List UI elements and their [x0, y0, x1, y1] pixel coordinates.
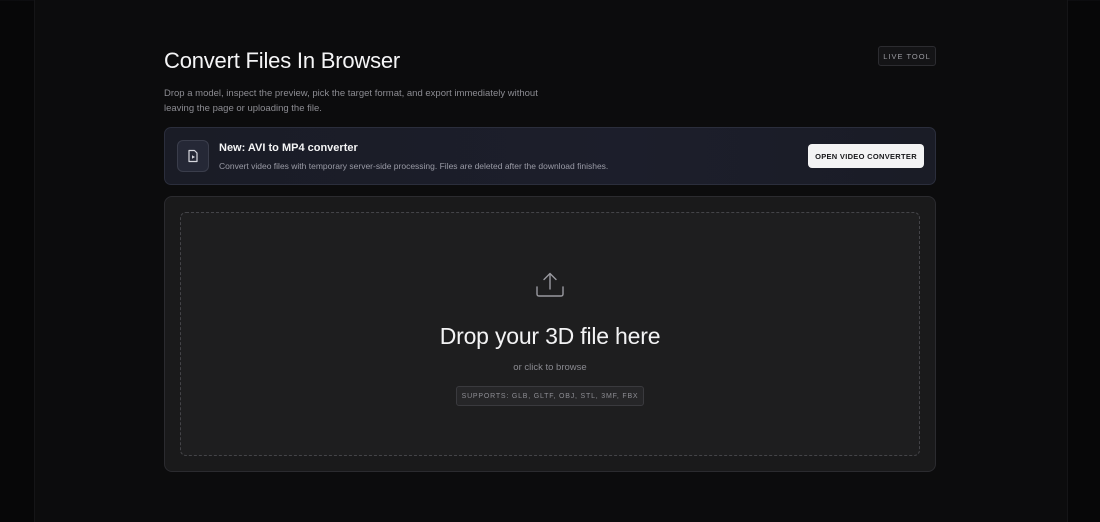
video-file-icon [177, 140, 209, 172]
page-subtitle: Drop a model, inspect the preview, pick … [164, 88, 538, 114]
page-title: Convert Files In Browser [164, 48, 401, 73]
browse-link[interactable]: or click to browse [181, 362, 919, 373]
file-dropzone[interactable]: Drop your 3D file here or click to brows… [180, 212, 920, 456]
banner-description: Convert video files with temporary serve… [219, 161, 609, 171]
open-video-converter-button[interactable]: OPEN VIDEO CONVERTER [808, 144, 924, 168]
live-tool-badge: LIVE TOOL [878, 46, 936, 66]
video-converter-banner: New: AVI to MP4 converter Convert video … [164, 127, 936, 185]
upload-icon [536, 272, 564, 297]
upload-card: Drop your 3D file here or click to brows… [164, 196, 936, 472]
banner-title: New: AVI to MP4 converter [219, 142, 358, 154]
dropzone-heading: Drop your 3D file here [439, 323, 661, 349]
supported-formats-badge: SUPPORTS: GLB, GLTF, OBJ, STL, 3MF, FBX [456, 386, 644, 406]
